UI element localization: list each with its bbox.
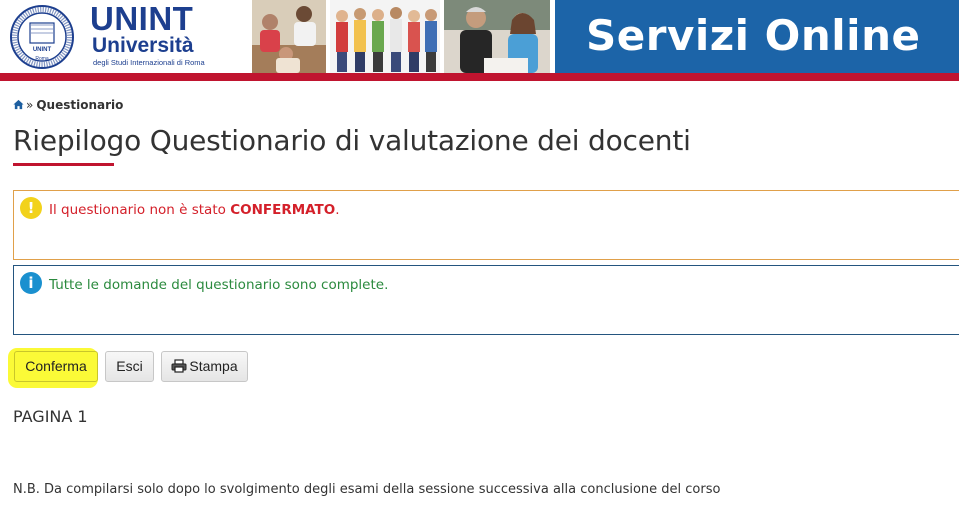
breadcrumb-separator: » bbox=[26, 98, 34, 112]
university-wordmark[interactable]: UNINT Università degli Studi Internazion… bbox=[90, 2, 230, 72]
header-photo-teacher-student bbox=[444, 0, 550, 73]
page-title: Riepilogo Questionario di valutazione de… bbox=[13, 124, 691, 157]
exit-button[interactable]: Esci bbox=[105, 351, 154, 382]
banner-title: Servizi Online bbox=[586, 11, 921, 60]
logo-subtitle: Università bbox=[92, 34, 194, 57]
info-icon: i bbox=[20, 272, 42, 294]
print-button-label: Stampa bbox=[189, 358, 238, 374]
seal-acronym: UNINT bbox=[33, 47, 52, 53]
warning-text-before: Il questionario non è stato bbox=[49, 202, 226, 218]
breadcrumb: » Questionario bbox=[13, 98, 123, 113]
header-accent-bar bbox=[0, 73, 959, 81]
site-header: UNINT Roma UNINT Università degli Studi … bbox=[0, 0, 959, 81]
warning-alert: ! Il questionario non è stato CONFERMATO… bbox=[13, 190, 959, 260]
page-label: PAGINA 1 bbox=[13, 407, 88, 426]
breadcrumb-current: Questionario bbox=[36, 98, 124, 112]
university-seal-logo[interactable]: UNINT Roma bbox=[10, 5, 74, 69]
warning-text-bold: CONFERMATO bbox=[230, 202, 336, 218]
header-photo-students-studying bbox=[252, 0, 326, 73]
home-icon[interactable] bbox=[13, 99, 24, 113]
printer-icon bbox=[171, 354, 187, 383]
title-underline bbox=[13, 163, 114, 166]
logo-name: UNINT bbox=[90, 0, 194, 37]
services-banner: Servizi Online bbox=[555, 0, 959, 73]
print-button[interactable]: Stampa bbox=[161, 351, 248, 382]
logo-caption: degli Studi Internazionali di Roma bbox=[93, 58, 205, 67]
info-message: Tutte le domande del questionario sono c… bbox=[49, 277, 389, 293]
confirm-button[interactable]: Conferma bbox=[14, 351, 98, 382]
seal-city: Roma bbox=[35, 56, 49, 62]
warning-message: Il questionario non è stato CONFERMATO. bbox=[49, 202, 340, 218]
header-photo-student-group bbox=[330, 0, 440, 73]
info-alert: i Tutte le domande del questionario sono… bbox=[13, 265, 959, 335]
warning-text-after: . bbox=[335, 202, 340, 218]
note-text: N.B. Da compilarsi solo dopo lo svolgime… bbox=[13, 482, 721, 497]
exclamation-icon: ! bbox=[20, 197, 42, 219]
